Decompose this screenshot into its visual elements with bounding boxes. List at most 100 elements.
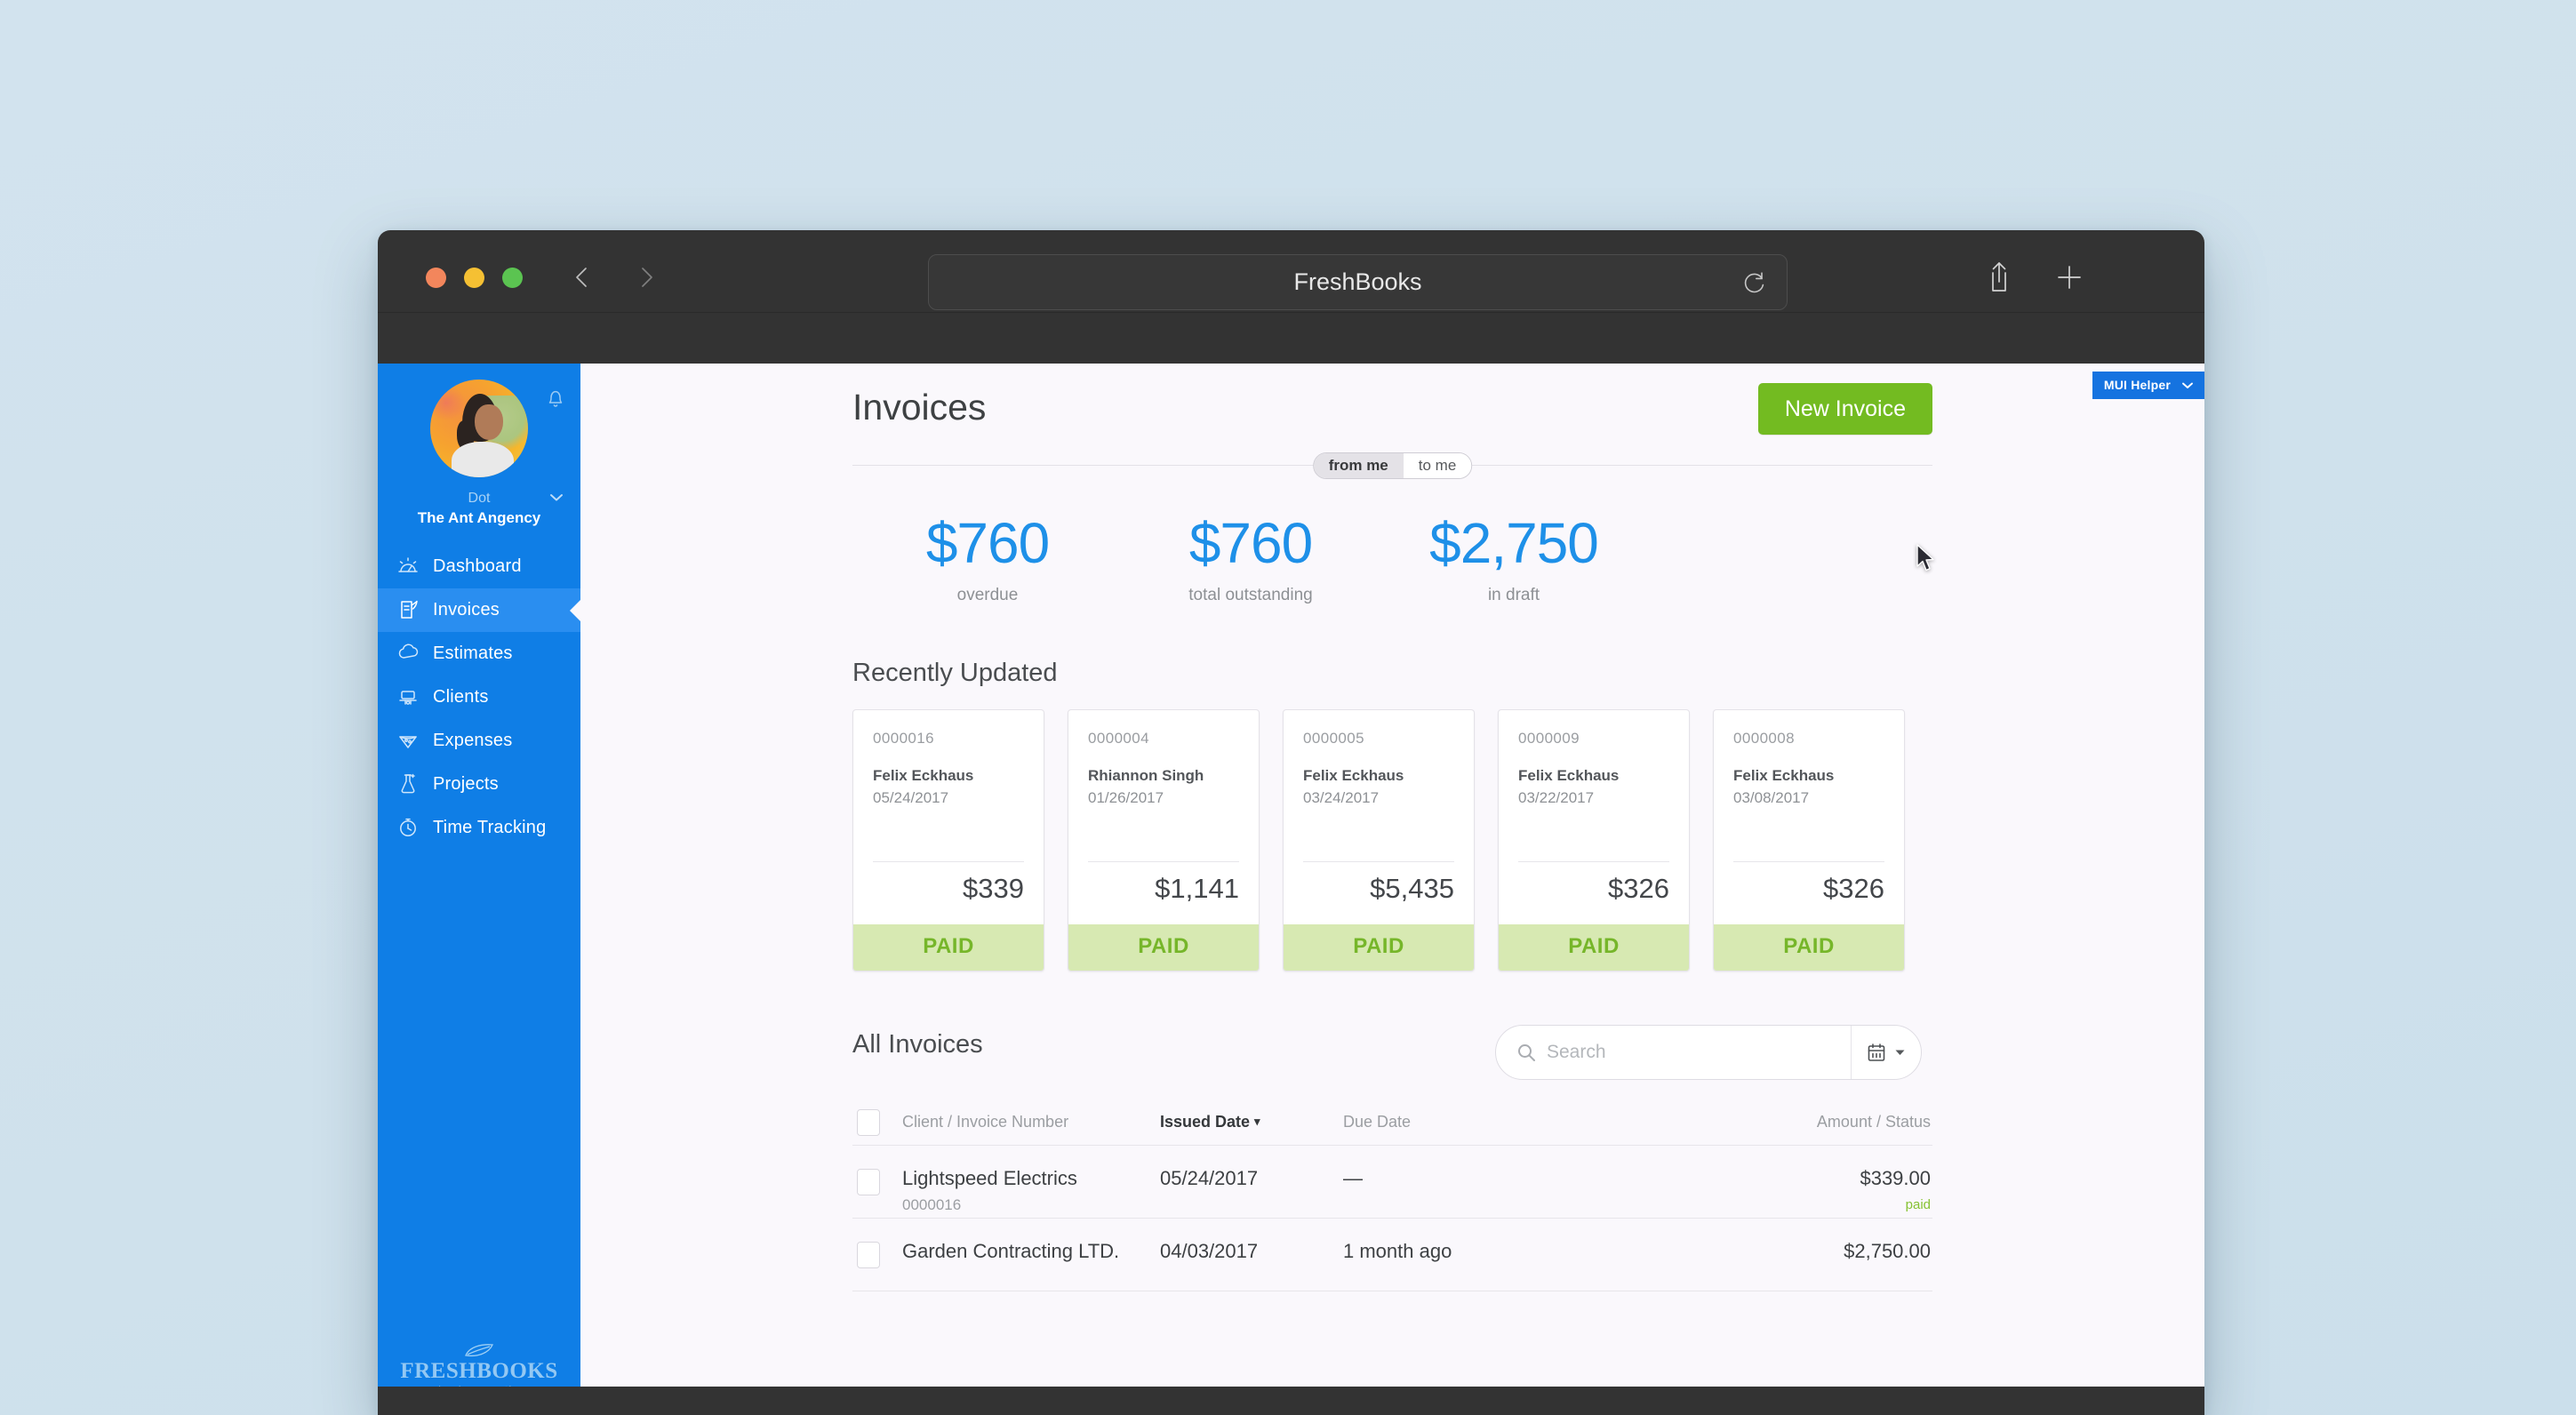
cell-issued-date: 04/03/2017 bbox=[1160, 1240, 1259, 1262]
sidebar-item-expenses[interactable]: Expenses bbox=[378, 719, 580, 763]
invoice-card-body: 0000005 Felix Eckhaus 03/24/2017 $5,435 bbox=[1284, 710, 1474, 924]
table-row[interactable]: Garden Contracting LTD. 04/03/2017 1 mon… bbox=[852, 1219, 1932, 1291]
invoice-date: 03/08/2017 bbox=[1733, 789, 1810, 806]
stat-in-draft: $2,750 in draft bbox=[1382, 515, 1645, 605]
invoice-amount-wrap: $339 bbox=[873, 861, 1024, 924]
invoice-number: 0000004 bbox=[1088, 730, 1149, 747]
invoice-card-body: 0000004 Rhiannon Singh 01/26/2017 $1,141 bbox=[1068, 710, 1259, 924]
recently-updated-cards: 0000016 Felix Eckhaus 05/24/2017 $339 PA… bbox=[852, 709, 1932, 971]
invoice-client: Felix Eckhaus bbox=[1303, 767, 1404, 784]
stat-value: $760 bbox=[1188, 511, 1313, 575]
estimates-icon bbox=[396, 641, 420, 666]
invoice-card[interactable]: 0000016 Felix Eckhaus 05/24/2017 $339 PA… bbox=[852, 709, 1044, 971]
row-checkbox[interactable] bbox=[857, 1242, 880, 1268]
sidebar-nav: Dashboard Invoices Estimates Clients Exp… bbox=[378, 545, 581, 850]
column-header-amount-status[interactable]: Amount / Status bbox=[1628, 1113, 1932, 1131]
client-name: Garden Contracting LTD. bbox=[902, 1240, 1120, 1262]
search-bar bbox=[1495, 1025, 1922, 1080]
stat-value: $2,750 bbox=[1429, 511, 1599, 575]
bookmarks-bar bbox=[378, 313, 2204, 364]
minimize-window-button[interactable] bbox=[464, 268, 484, 288]
sidebar-item-label: Estimates bbox=[433, 643, 513, 663]
sidebar-item-dashboard[interactable]: Dashboard bbox=[378, 545, 580, 588]
invoice-card-body: 0000016 Felix Eckhaus 05/24/2017 $339 bbox=[853, 710, 1044, 924]
tab-from-me[interactable]: from me bbox=[1313, 453, 1404, 478]
recently-updated-title: Recently Updated bbox=[852, 659, 1058, 687]
sidebar-item-invoices[interactable]: Invoices bbox=[378, 588, 581, 632]
invoice-direction-toggle: from me to me bbox=[852, 452, 1932, 479]
column-header-client[interactable]: Client / Invoice Number bbox=[902, 1113, 1160, 1131]
table-row[interactable]: Lightspeed Electrics 0000016 05/24/2017 … bbox=[852, 1146, 1932, 1219]
invoice-card-body: 0000008 Felix Eckhaus 03/08/2017 $326 bbox=[1714, 710, 1904, 924]
date-filter-button[interactable] bbox=[1852, 1042, 1921, 1063]
column-header-label: Issued Date bbox=[1160, 1113, 1251, 1131]
table-header-row: Client / Invoice Number Issued Date ▾ Due… bbox=[852, 1099, 1932, 1146]
status-badge: PAID bbox=[1499, 924, 1689, 971]
share-icon[interactable] bbox=[1983, 260, 2015, 294]
avatar bbox=[430, 380, 528, 477]
sidebar-item-clients[interactable]: Clients bbox=[378, 676, 580, 719]
cell-client: Garden Contracting LTD. bbox=[902, 1240, 1160, 1269]
invoice-card[interactable]: 0000008 Felix Eckhaus 03/08/2017 $326 PA… bbox=[1713, 709, 1905, 971]
invoice-date: 01/26/2017 bbox=[1088, 789, 1164, 806]
sidebar-item-label: Expenses bbox=[433, 730, 513, 750]
close-window-button[interactable] bbox=[426, 268, 446, 288]
invoice-number: 0000005 bbox=[1303, 730, 1364, 747]
invoice-number: 0000016 bbox=[873, 730, 934, 747]
tab-to-me[interactable]: to me bbox=[1403, 453, 1472, 478]
address-bar[interactable]: FreshBooks bbox=[928, 254, 1788, 310]
column-header-due-date[interactable]: Due Date bbox=[1343, 1113, 1628, 1131]
invoice-amount: $1,141 bbox=[1155, 873, 1239, 904]
invoice-date: 03/24/2017 bbox=[1303, 789, 1380, 806]
leaf-icon bbox=[465, 1344, 493, 1357]
invoice-number: 0000008 bbox=[1733, 730, 1795, 747]
reload-icon[interactable] bbox=[1741, 270, 1767, 296]
invoice-card-body: 0000009 Felix Eckhaus 03/22/2017 $326 bbox=[1499, 710, 1689, 924]
status-badge: PAID bbox=[1284, 924, 1474, 971]
screenshot-root: FreshBooks Dot The Ant Angency Dashboard… bbox=[0, 0, 2576, 1415]
clients-icon bbox=[396, 684, 420, 709]
chevron-down-icon[interactable] bbox=[548, 492, 564, 502]
sidebar-item-projects[interactable]: Projects bbox=[378, 763, 580, 806]
invoice-amount-wrap: $1,141 bbox=[1088, 861, 1239, 924]
invoice-client: Rhiannon Singh bbox=[1088, 767, 1204, 784]
row-checkbox[interactable] bbox=[857, 1169, 880, 1195]
invoice-card[interactable]: 0000005 Felix Eckhaus 03/24/2017 $5,435 … bbox=[1283, 709, 1475, 971]
mui-helper-badge[interactable]: MUI Helper bbox=[2092, 372, 2204, 399]
search-input[interactable] bbox=[1547, 1042, 1851, 1063]
all-invoices-table: Client / Invoice Number Issued Date ▾ Due… bbox=[852, 1099, 1932, 1291]
plus-icon[interactable] bbox=[2053, 260, 2085, 294]
zoom-window-button[interactable] bbox=[502, 268, 523, 288]
content-inner: Invoices New Invoice from me to me $760 bbox=[852, 364, 1932, 1291]
stat-total-outstanding: $760 total outstanding bbox=[1119, 515, 1382, 605]
stat-value: $760 bbox=[925, 511, 1050, 575]
sidebar-item-time-tracking[interactable]: Time Tracking bbox=[378, 806, 580, 850]
cell-amount-status: $339.00 paid bbox=[1628, 1167, 1932, 1212]
invoice-date: 05/24/2017 bbox=[873, 789, 949, 806]
sidebar-item-label: Dashboard bbox=[433, 556, 522, 576]
invoice-amount: $326 bbox=[1608, 873, 1669, 904]
profile-section[interactable]: Dot The Ant Angency bbox=[378, 364, 580, 529]
client-name: Lightspeed Electrics bbox=[902, 1167, 1077, 1189]
column-header-issued-date[interactable]: Issued Date ▾ bbox=[1160, 1113, 1343, 1131]
sidebar-item-estimates[interactable]: Estimates bbox=[378, 632, 580, 676]
stat-overdue: $760 overdue bbox=[856, 515, 1119, 605]
dashboard-icon bbox=[396, 554, 420, 579]
cell-amount-status: $2,750.00 bbox=[1628, 1240, 1932, 1270]
status-badge: PAID bbox=[1068, 924, 1259, 971]
forward-button[interactable] bbox=[630, 262, 660, 292]
chevron-down-icon bbox=[2182, 382, 2193, 388]
select-all-checkbox[interactable] bbox=[857, 1108, 880, 1136]
sidebar-item-label: Time Tracking bbox=[433, 817, 547, 837]
invoice-card[interactable]: 0000009 Felix Eckhaus 03/22/2017 $326 PA… bbox=[1498, 709, 1690, 971]
invoice-amount-wrap: $326 bbox=[1733, 861, 1884, 924]
invoice-date: 03/22/2017 bbox=[1518, 789, 1595, 806]
bell-icon[interactable] bbox=[545, 387, 566, 410]
new-invoice-button[interactable]: New Invoice bbox=[1757, 383, 1932, 435]
stat-label: overdue bbox=[956, 586, 1019, 604]
projects-icon bbox=[396, 771, 420, 796]
back-button[interactable] bbox=[568, 262, 598, 292]
invoice-client: Felix Eckhaus bbox=[1518, 767, 1620, 784]
invoice-card[interactable]: 0000004 Rhiannon Singh 01/26/2017 $1,141… bbox=[1068, 709, 1260, 971]
search-icon bbox=[1516, 1042, 1537, 1063]
